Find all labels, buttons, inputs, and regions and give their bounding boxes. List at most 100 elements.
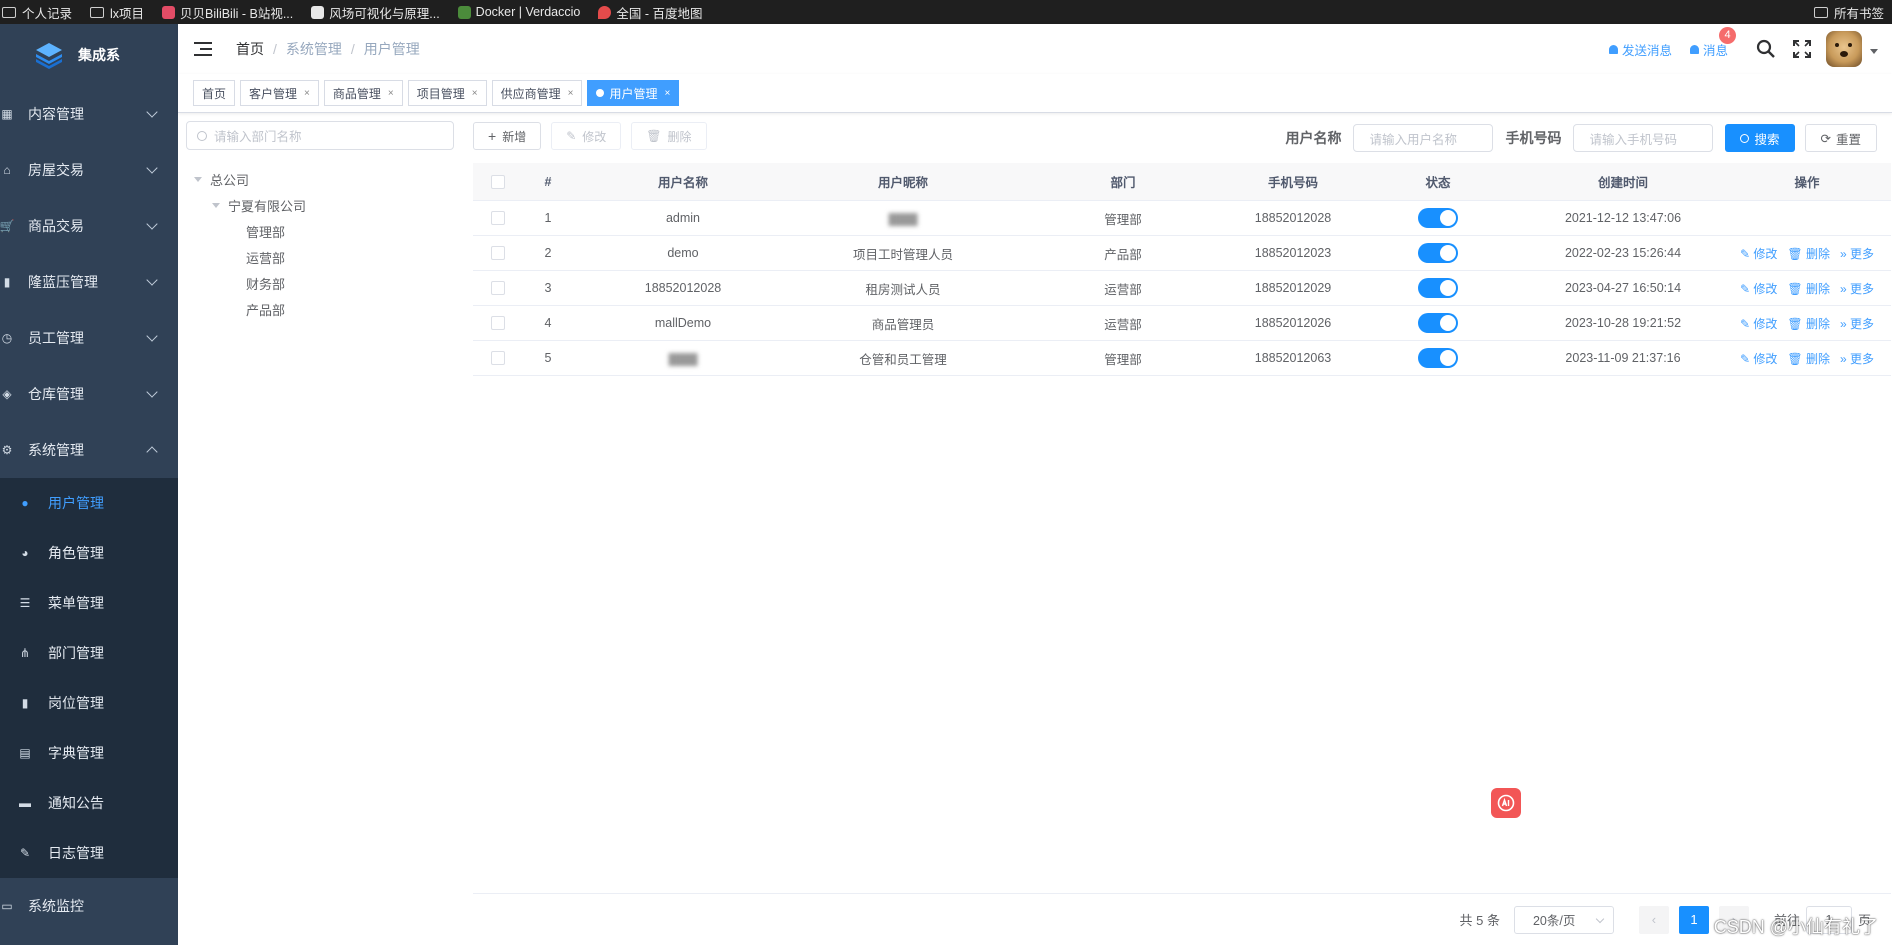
edit-button[interactable]: ✎ 修改 xyxy=(551,122,622,150)
cell-index: 2 xyxy=(544,246,552,260)
action-label: 更多 xyxy=(1850,351,1875,366)
sidebar-item-gear[interactable]: ⚙ 系统管理 xyxy=(0,422,178,478)
status-switch[interactable] xyxy=(1353,243,1523,263)
page-number-current[interactable]: 1 xyxy=(1678,905,1709,934)
sidebar-subitem-post[interactable]: ▮ 岗位管理 xyxy=(0,678,178,728)
phone-input[interactable]: 请输入手机号码 xyxy=(1573,124,1714,152)
tab-2[interactable]: 商品管理 × xyxy=(323,80,403,106)
chevron-down-icon[interactable] xyxy=(1870,48,1878,54)
close-icon[interactable]: × xyxy=(388,88,394,99)
add-button[interactable]: + 新增 xyxy=(473,122,542,150)
edit-row-button[interactable]: ✎ 修改 xyxy=(1740,350,1777,367)
tab-0[interactable]: 首页 xyxy=(193,80,236,106)
delete-row-button[interactable]: 🗑 删除 xyxy=(1787,350,1830,367)
messages-badge: 4 xyxy=(1719,26,1736,44)
tree-node-leaf[interactable]: 财务部 xyxy=(186,270,454,296)
sidebar-subitem-message[interactable]: ▬ 通知公告 xyxy=(0,778,178,828)
status-switch[interactable] xyxy=(1353,208,1523,228)
sidebar-subitem-users[interactable]: ◕ 角色管理 xyxy=(0,528,178,578)
edit-row-button[interactable]: ✎ 修改 xyxy=(1740,245,1777,262)
tab-1[interactable]: 客户管理 × xyxy=(240,80,319,106)
bookmark-item[interactable]: 个人记录 xyxy=(2,3,72,22)
tree-node-root[interactable]: 总公司 xyxy=(186,166,454,192)
col-actions: 操作 xyxy=(1794,176,1820,190)
sidebar-item-layers[interactable]: ◈ 仓库管理 xyxy=(0,366,178,422)
tab-3[interactable]: 项目管理 × xyxy=(407,80,487,106)
row-checkbox[interactable] xyxy=(473,211,523,225)
more-row-button[interactable]: » 更多 xyxy=(1840,350,1874,367)
edit-row-button[interactable]: ✎ 修改 xyxy=(1740,315,1777,332)
breadcrumb-current: 用户管理 xyxy=(363,41,420,57)
sidebar-subitem-tree[interactable]: ⋔ 部门管理 xyxy=(0,628,178,678)
close-icon[interactable]: × xyxy=(304,88,310,99)
ai-assistant-icon[interactable] xyxy=(1491,788,1521,818)
close-icon[interactable]: × xyxy=(568,88,574,99)
tree-node-label: 财务部 xyxy=(246,276,286,292)
search-icon[interactable] xyxy=(1756,39,1776,59)
reset-button[interactable]: ⟳ 重置 xyxy=(1804,124,1877,152)
bookmark-item[interactable]: 贝贝BiliBili - B站视... xyxy=(162,3,293,22)
delete-row-button[interactable]: 🗑 删除 xyxy=(1787,280,1830,297)
sidebar-item-home[interactable]: ⌂ 房屋交易 xyxy=(0,142,178,198)
delete-row-button[interactable]: 🗑 删除 xyxy=(1787,315,1830,332)
sidebar-item-grid[interactable]: ▦ 内容管理 xyxy=(0,86,178,142)
tree-node-label: 总公司 xyxy=(210,172,250,188)
bookmark-label: 全国 - 百度地图 xyxy=(616,6,703,21)
bell-icon xyxy=(1689,44,1699,54)
username-input[interactable]: 请输入用户名称 xyxy=(1353,124,1494,152)
tab-5[interactable]: 用户管理 × xyxy=(587,80,680,106)
sidebar-subitem-user[interactable]: ● 用户管理 xyxy=(0,478,178,528)
chevron-up-icon xyxy=(146,446,158,458)
messages-link[interactable]: 消息 4 xyxy=(1689,26,1736,59)
row-checkbox[interactable] xyxy=(473,246,523,260)
sidebar-item-edit[interactable]: ✎ 日志管理 xyxy=(0,828,178,878)
tree-node-leaf[interactable]: 运营部 xyxy=(186,244,454,270)
action-label: 更多 xyxy=(1850,246,1875,261)
bookmark-item[interactable]: Docker | Verdaccio xyxy=(457,5,580,19)
page-size-select[interactable]: 20条/页 xyxy=(1513,905,1614,934)
delete-button[interactable]: 🗑 删除 xyxy=(631,122,707,150)
close-icon[interactable]: × xyxy=(664,88,670,99)
sidebar-subitem-list[interactable]: ☰ 菜单管理 xyxy=(0,578,178,628)
avatar[interactable] xyxy=(1826,31,1862,67)
prev-page-button[interactable]: ‹ xyxy=(1638,905,1669,934)
bookmark-item[interactable]: 风场可视化与原理... xyxy=(311,3,440,22)
logo[interactable]: 集成系 xyxy=(0,24,178,86)
sidebar-item-label: 隆蓝压管理 xyxy=(28,274,98,290)
row-checkbox[interactable] xyxy=(473,316,523,330)
tree-node-child[interactable]: 宁夏有限公司 xyxy=(186,192,454,218)
tree-node-label: 宁夏有限公司 xyxy=(228,198,307,214)
sidebar-item-clock[interactable]: ◷ 员工管理 xyxy=(0,310,178,366)
all-bookmarks[interactable]: 所有书签 xyxy=(1813,0,1884,24)
status-switch[interactable] xyxy=(1353,348,1523,368)
tree-node-leaf[interactable]: 管理部 xyxy=(186,218,454,244)
bookmark-item[interactable]: 全国 - 百度地图 xyxy=(598,3,702,22)
breadcrumb-home[interactable]: 首页 xyxy=(236,39,264,59)
tree-node-leaf[interactable]: 产品部 xyxy=(186,296,454,322)
send-message-link[interactable]: 发送消息 xyxy=(1608,40,1672,59)
row-checkbox[interactable] xyxy=(473,281,523,295)
hamburger-icon[interactable] xyxy=(194,42,212,56)
sidebar-item-monitor[interactable]: ▭ 系统监控 xyxy=(0,878,178,934)
user-icon: ● xyxy=(21,496,29,510)
bookmark-item[interactable]: lx项目 xyxy=(90,3,144,22)
cell-username: 18852012028 xyxy=(644,281,722,295)
dept-search-input[interactable]: 请输入部门名称 xyxy=(186,121,454,150)
close-icon[interactable]: × xyxy=(472,88,478,99)
more-row-button[interactable]: » 更多 xyxy=(1840,245,1874,262)
search-button[interactable]: 搜索 xyxy=(1725,124,1795,152)
cell-phone: 18852012029 xyxy=(1254,281,1332,295)
status-switch[interactable] xyxy=(1353,278,1523,298)
sidebar-item-doc[interactable]: ▮ 隆蓝压管理 xyxy=(0,254,178,310)
more-row-button[interactable]: » 更多 xyxy=(1840,315,1874,332)
fullscreen-icon[interactable] xyxy=(1792,39,1812,59)
sidebar-item-cart[interactable]: 🛒 商品交易 xyxy=(0,198,178,254)
row-checkbox[interactable] xyxy=(473,351,523,365)
delete-row-button[interactable]: 🗑 删除 xyxy=(1787,245,1830,262)
tab-4[interactable]: 供应商管理 × xyxy=(491,80,583,106)
select-all-checkbox[interactable] xyxy=(473,174,523,189)
status-switch[interactable] xyxy=(1353,313,1523,333)
more-row-button[interactable]: » 更多 xyxy=(1840,280,1874,297)
edit-row-button[interactable]: ✎ 修改 xyxy=(1740,280,1777,297)
sidebar-subitem-book[interactable]: ▤ 字典管理 xyxy=(0,728,178,778)
